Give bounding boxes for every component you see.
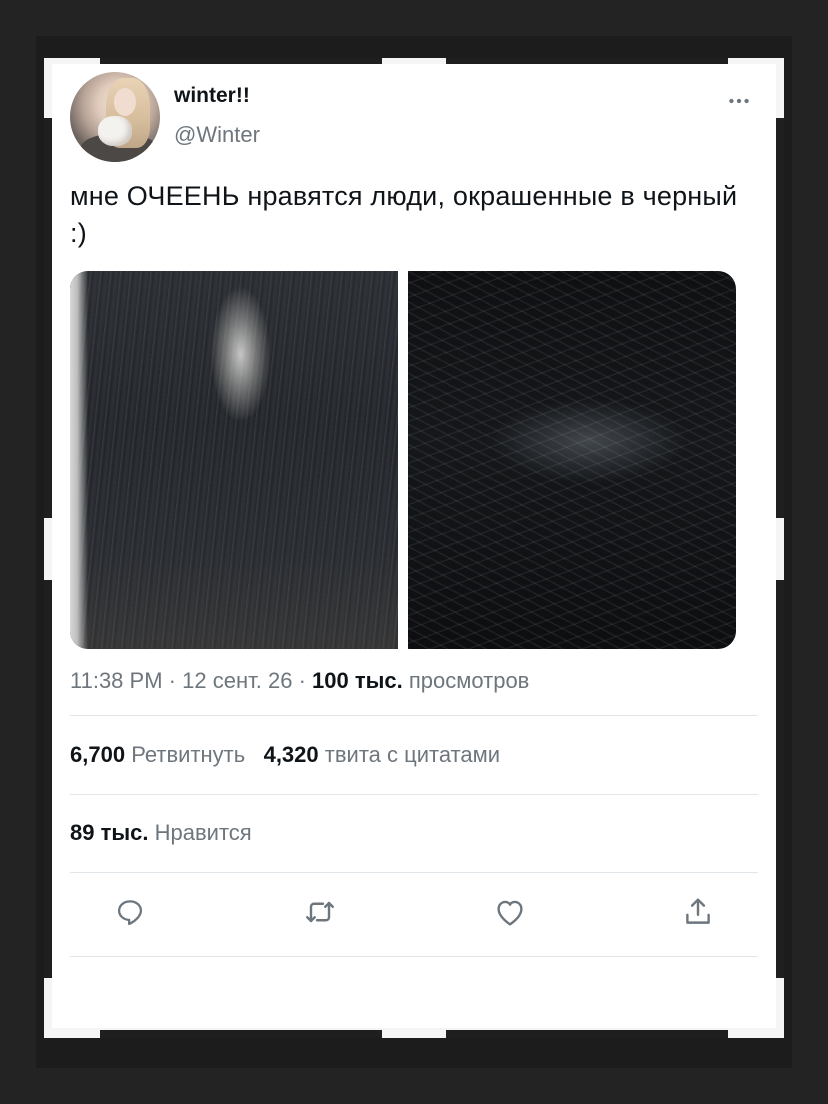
divider (70, 794, 758, 795)
tweet-date[interactable]: 12 сент. 26 (182, 668, 292, 693)
likes-count: 89 тыс. (70, 820, 149, 845)
quotes-count: 4,320 (263, 742, 319, 767)
crop-notch (100, 1030, 382, 1038)
tweet: winter!! @Winter мне ОЧЕЕНЬ нравятся люд… (52, 64, 776, 1028)
crop-notch (776, 118, 784, 518)
tweet-media (70, 271, 736, 649)
retweets-count: 6,700 (70, 742, 126, 767)
crop-notch (776, 580, 784, 978)
crop-notch (446, 1030, 728, 1038)
screenshot-frame: winter!! @Winter мне ОЧЕЕНЬ нравятся люд… (0, 0, 828, 1104)
user-handle[interactable]: @Winter (174, 122, 260, 148)
divider (70, 872, 758, 873)
display-name[interactable]: winter!! (174, 84, 250, 108)
share-icon (686, 898, 710, 924)
retweets-link[interactable]: 6,700 Ретвитнуть (70, 742, 251, 767)
photo-edge (70, 271, 88, 649)
share-button[interactable] (676, 890, 720, 934)
avatar-face (114, 88, 136, 116)
divider (70, 715, 758, 716)
likes-label: Нравится (154, 820, 252, 845)
reply-button[interactable] (108, 890, 152, 934)
retweets-label: Ретвитнуть (131, 742, 246, 767)
tweet-time[interactable]: 11:38 PM (70, 668, 163, 693)
retweet-icon (306, 901, 334, 923)
more-horizontal-icon[interactable] (726, 88, 752, 114)
crop-notch (44, 580, 52, 978)
divider (70, 956, 758, 957)
avatar[interactable] (70, 72, 160, 162)
reply-icon (117, 900, 143, 926)
meta-separator: · (298, 668, 306, 693)
heart-icon (497, 900, 523, 926)
meta-separator: · (168, 668, 176, 693)
avatar-cat (98, 116, 132, 146)
media-photo-left[interactable] (70, 271, 398, 649)
views-label: просмотров (408, 668, 530, 693)
likes-stats-row: 89 тыс. Нравится (70, 820, 252, 846)
retweet-stats-row: 6,700 Ретвитнуть 4,320 твита с цитатами (70, 742, 500, 768)
tweet-meta: 11:38 PM · 12 сент. 26 · 100 тыс. просмо… (70, 668, 529, 694)
quotes-label: твита с цитатами (324, 742, 501, 767)
views-count: 100 тыс. (312, 668, 403, 693)
tweet-text: мне ОЧЕЕНЬ нравятся люди, окрашенные в ч… (70, 181, 738, 248)
retweet-button[interactable] (298, 890, 342, 934)
crop-notch (44, 118, 52, 518)
likes-link[interactable]: 89 тыс. Нравится (70, 820, 252, 845)
tweet-actions (70, 890, 758, 940)
quotes-link[interactable]: 4,320 твита с цитатами (264, 742, 500, 767)
media-photo-right[interactable] (408, 271, 736, 649)
like-button[interactable] (488, 890, 532, 934)
